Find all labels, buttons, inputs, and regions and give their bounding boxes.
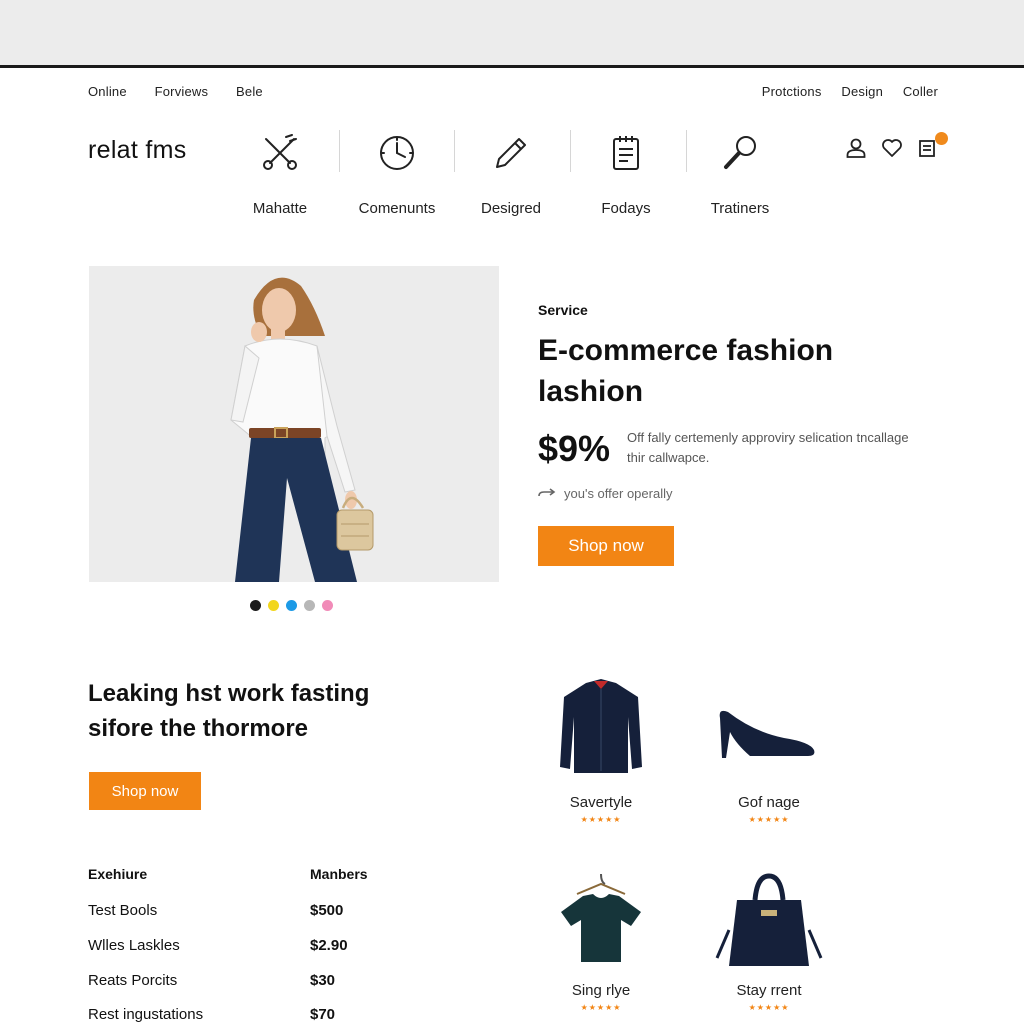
product-name: Sing rlye <box>571 982 631 999</box>
category-desigred[interactable]: Desigred <box>453 128 569 217</box>
category-label: Comenunts <box>358 200 436 217</box>
nav-link-forviews[interactable]: Forviews <box>155 84 209 99</box>
row-label: Reats Porcits <box>88 972 178 989</box>
site-logo[interactable]: relat fms <box>88 136 187 165</box>
category-label: Desigred <box>480 200 542 217</box>
magnifier-icon <box>682 128 798 178</box>
row-price: $2.90 <box>310 937 348 954</box>
category-mahatte[interactable]: Mahatte <box>222 128 338 217</box>
swatch-gray[interactable] <box>304 600 315 611</box>
swatch-blue[interactable] <box>286 600 297 611</box>
table-header-name: Exehiure <box>88 866 148 882</box>
product-name: Stay rrent <box>736 982 802 999</box>
tshirt-icon <box>526 870 676 970</box>
hero-offer-line: you's offer operally <box>538 486 672 501</box>
row-price: $500 <box>310 902 344 919</box>
browser-chrome <box>0 0 1024 68</box>
shirt-icon <box>526 672 676 782</box>
nav-link-design[interactable]: Design <box>841 84 883 99</box>
nav-link-coller[interactable]: Coller <box>903 84 938 99</box>
pencil-icon <box>453 128 569 178</box>
product-name: Gof nage <box>738 794 800 811</box>
arrow-right-icon <box>538 487 556 496</box>
category-comenunts[interactable]: Comenunts <box>339 128 455 217</box>
nav-link-bele[interactable]: Bele <box>236 84 263 99</box>
hero-model-image <box>89 266 499 582</box>
heart-icon[interactable] <box>880 136 904 160</box>
handbag-icon <box>694 870 844 970</box>
top-nav-right: Protctions Design Coller <box>746 84 938 99</box>
nav-link-online[interactable]: Online <box>88 84 127 99</box>
hero-price: $9% <box>538 428 611 469</box>
swatch-pink[interactable] <box>322 600 333 611</box>
color-swatches <box>250 600 333 611</box>
row-price: $70 <box>310 1006 336 1023</box>
product-card[interactable]: Gof nage ★★★★★ <box>694 672 844 824</box>
row-label: Test Bools <box>88 902 158 919</box>
row-label: Wlles Laskles <box>88 937 180 954</box>
clipboard-icon <box>568 128 684 178</box>
product-card[interactable]: Sing rlye ★★★★★ <box>526 870 676 1012</box>
category-tratiners[interactable]: Tratiners <box>682 128 798 217</box>
row-label: Rest ingustations <box>88 1006 204 1023</box>
top-nav-left: Online Forviews Bele <box>88 84 287 99</box>
utility-icons <box>844 132 948 160</box>
product-rating: ★★★★★ <box>580 815 622 824</box>
category-label: Mahatte <box>252 200 308 217</box>
hero-shop-now-button[interactable]: Shop now <box>538 526 674 566</box>
category-label: Tratiners <box>710 200 770 217</box>
cart-icon[interactable] <box>916 132 948 160</box>
product-rating: ★★★★★ <box>748 815 790 824</box>
product-card[interactable]: Savertyle ★★★★★ <box>526 672 676 824</box>
row-price: $30 <box>310 972 336 989</box>
product-rating: ★★★★★ <box>748 1003 790 1012</box>
swatch-yellow[interactable] <box>268 600 279 611</box>
table-header-value: Manbers <box>310 866 368 882</box>
scissors-icon <box>222 128 338 178</box>
heel-shoe-icon <box>694 672 844 782</box>
product-rating: ★★★★★ <box>580 1003 622 1012</box>
swatch-black[interactable] <box>250 600 261 611</box>
hero-description: Off fally certemenly approviry selicatio… <box>627 430 909 465</box>
offer-text: you's offer operally <box>564 486 673 501</box>
clock-icon <box>339 128 455 178</box>
cart-count-badge <box>935 132 948 145</box>
promo-title: Leaking hst work fasting sifore the thor… <box>88 680 370 742</box>
category-label: Fodays <box>601 200 651 217</box>
promo-shop-now-button[interactable]: Shop now <box>89 772 201 810</box>
category-fodays[interactable]: Fodays <box>568 128 684 217</box>
hero-title: E-commerce fashion lashion <box>538 334 834 408</box>
nav-link-protctions[interactable]: Protctions <box>762 84 822 99</box>
product-name: Savertyle <box>569 794 633 811</box>
product-card[interactable]: Stay rrent ★★★★★ <box>694 870 844 1012</box>
hero-eyebrow: Service <box>538 302 588 318</box>
user-icon[interactable] <box>844 136 868 160</box>
